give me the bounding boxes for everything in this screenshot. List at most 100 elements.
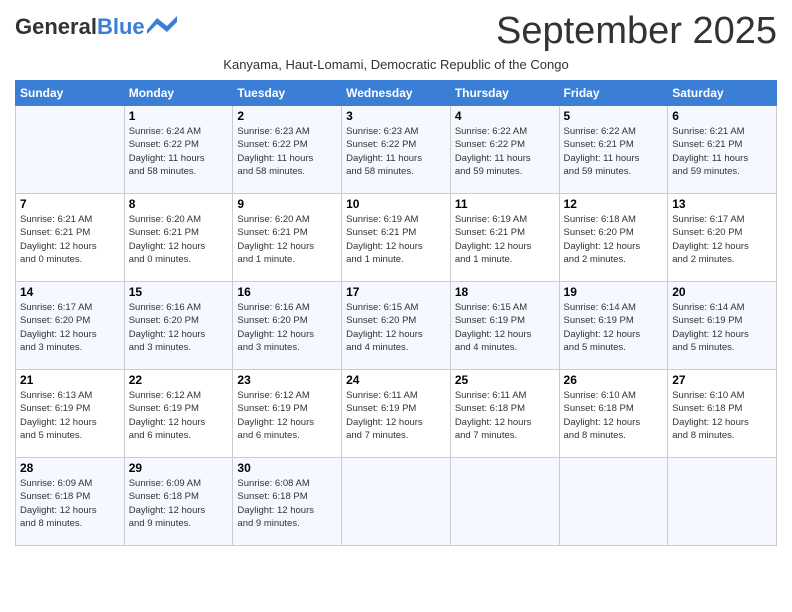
day-number: 27: [672, 373, 772, 387]
day-number: 1: [129, 109, 229, 123]
calendar-cell: 29 Sunrise: 6:09 AMSunset: 6:18 PMDayligh…: [124, 458, 233, 546]
day-detail: Sunrise: 6:12 AMSunset: 6:19 PMDaylight:…: [237, 389, 337, 442]
calendar-cell: 15 Sunrise: 6:16 AMSunset: 6:20 PMDayligh…: [124, 282, 233, 370]
logo-icon: [147, 16, 177, 34]
calendar-cell: 30 Sunrise: 6:08 AMSunset: 6:18 PMDayligh…: [233, 458, 342, 546]
calendar-cell: 7Sunrise: 6:21 AMSunset: 6:21 PMDaylight…: [16, 194, 125, 282]
weekday-header-friday: Friday: [559, 81, 668, 106]
subtitle: Kanyama, Haut-Lomami, Democratic Republi…: [15, 57, 777, 72]
day-detail: Sunrise: 6:14 AMSunset: 6:19 PMDaylight:…: [564, 301, 664, 354]
day-detail: Sunrise: 6:23 AMSunset: 6:22 PMDaylight:…: [237, 125, 337, 178]
day-detail: Sunrise: 6:10 AMSunset: 6:18 PMDaylight:…: [564, 389, 664, 442]
calendar-cell: 22 Sunrise: 6:12 AMSunset: 6:19 PMDayligh…: [124, 370, 233, 458]
weekday-header-thursday: Thursday: [450, 81, 559, 106]
day-number: 5: [564, 109, 664, 123]
day-number: 13: [672, 197, 772, 211]
calendar-cell: 1 Sunrise: 6:24 AMSunset: 6:22 PMDaylight…: [124, 106, 233, 194]
calendar-cell: [559, 458, 668, 546]
calendar-cell: 21 Sunrise: 6:13 AMSunset: 6:19 PMDayligh…: [16, 370, 125, 458]
day-detail: Sunrise: 6:16 AMSunset: 6:20 PMDaylight:…: [129, 301, 229, 354]
weekday-header-tuesday: Tuesday: [233, 81, 342, 106]
day-detail: Sunrise: 6:20 AMSunset: 6:21 PMDaylight:…: [237, 213, 337, 266]
day-number: 8: [129, 197, 229, 211]
day-detail: Sunrise: 6:08 AMSunset: 6:18 PMDaylight:…: [237, 477, 337, 530]
day-number: 24: [346, 373, 446, 387]
weekday-header-monday: Monday: [124, 81, 233, 106]
day-detail: Sunrise: 6:22 AMSunset: 6:22 PMDaylight:…: [455, 125, 555, 178]
calendar-cell: 10 Sunrise: 6:19 AMSunset: 6:21 PMDayligh…: [342, 194, 451, 282]
calendar-cell: 2 Sunrise: 6:23 AMSunset: 6:22 PMDaylight…: [233, 106, 342, 194]
calendar-cell: 13 Sunrise: 6:17 AMSunset: 6:20 PMDayligh…: [668, 194, 777, 282]
day-detail: Sunrise: 6:21 AMSunset: 6:21 PMDaylight:…: [672, 125, 772, 178]
calendar-table: SundayMondayTuesdayWednesdayThursdayFrid…: [15, 80, 777, 546]
calendar-cell: 12 Sunrise: 6:18 AMSunset: 6:20 PMDayligh…: [559, 194, 668, 282]
calendar-cell: 25Sunrise: 6:11 AMSunset: 6:18 PMDayligh…: [450, 370, 559, 458]
calendar-cell: 17Sunrise: 6:15 AMSunset: 6:20 PMDayligh…: [342, 282, 451, 370]
day-number: 29: [129, 461, 229, 475]
calendar-cell: 27 Sunrise: 6:10 AMSunset: 6:18 PMDayligh…: [668, 370, 777, 458]
day-number: 12: [564, 197, 664, 211]
day-detail: Sunrise: 6:13 AMSunset: 6:19 PMDaylight:…: [20, 389, 120, 442]
day-number: 23: [237, 373, 337, 387]
day-detail: Sunrise: 6:19 AMSunset: 6:21 PMDaylight:…: [346, 213, 446, 266]
weekday-header-sunday: Sunday: [16, 81, 125, 106]
day-detail: Sunrise: 6:17 AMSunset: 6:20 PMDaylight:…: [20, 301, 120, 354]
calendar-cell: 14 Sunrise: 6:17 AMSunset: 6:20 PMDayligh…: [16, 282, 125, 370]
day-detail: Sunrise: 6:23 AMSunset: 6:22 PMDaylight:…: [346, 125, 446, 178]
day-detail: Sunrise: 6:10 AMSunset: 6:18 PMDaylight:…: [672, 389, 772, 442]
day-number: 28: [20, 461, 120, 475]
day-number: 9: [237, 197, 337, 211]
day-number: 2: [237, 109, 337, 123]
calendar-cell: 3Sunrise: 6:23 AMSunset: 6:22 PMDaylight…: [342, 106, 451, 194]
day-detail: Sunrise: 6:15 AMSunset: 6:19 PMDaylight:…: [455, 301, 555, 354]
day-detail: Sunrise: 6:20 AMSunset: 6:21 PMDaylight:…: [129, 213, 229, 266]
calendar-cell: 8 Sunrise: 6:20 AMSunset: 6:21 PMDaylight…: [124, 194, 233, 282]
calendar-cell: 18 Sunrise: 6:15 AMSunset: 6:19 PMDayligh…: [450, 282, 559, 370]
calendar-cell: 9 Sunrise: 6:20 AMSunset: 6:21 PMDaylight…: [233, 194, 342, 282]
calendar-cell: 19 Sunrise: 6:14 AMSunset: 6:19 PMDayligh…: [559, 282, 668, 370]
calendar-cell: 23 Sunrise: 6:12 AMSunset: 6:19 PMDayligh…: [233, 370, 342, 458]
calendar-cell: 5Sunrise: 6:22 AMSunset: 6:21 PMDaylight…: [559, 106, 668, 194]
day-number: 22: [129, 373, 229, 387]
month-title: September 2025: [496, 10, 777, 53]
calendar-cell: 26Sunrise: 6:10 AMSunset: 6:18 PMDayligh…: [559, 370, 668, 458]
day-number: 10: [346, 197, 446, 211]
day-detail: Sunrise: 6:09 AMSunset: 6:18 PMDaylight:…: [129, 477, 229, 530]
day-detail: Sunrise: 6:09 AMSunset: 6:18 PMDaylight:…: [20, 477, 120, 530]
day-detail: Sunrise: 6:19 AMSunset: 6:21 PMDaylight:…: [455, 213, 555, 266]
day-number: 16: [237, 285, 337, 299]
calendar-cell: 20 Sunrise: 6:14 AMSunset: 6:19 PMDayligh…: [668, 282, 777, 370]
day-number: 18: [455, 285, 555, 299]
logo: GeneralBlue: [15, 16, 177, 38]
calendar-cell: [342, 458, 451, 546]
page-header: GeneralBlue September 2025: [15, 10, 777, 53]
day-detail: Sunrise: 6:15 AMSunset: 6:20 PMDaylight:…: [346, 301, 446, 354]
calendar-cell: 28 Sunrise: 6:09 AMSunset: 6:18 PMDayligh…: [16, 458, 125, 546]
day-number: 4: [455, 109, 555, 123]
weekday-header-saturday: Saturday: [668, 81, 777, 106]
day-detail: Sunrise: 6:11 AMSunset: 6:19 PMDaylight:…: [346, 389, 446, 442]
day-number: 14: [20, 285, 120, 299]
calendar-cell: [450, 458, 559, 546]
day-number: 15: [129, 285, 229, 299]
day-detail: Sunrise: 6:12 AMSunset: 6:19 PMDaylight:…: [129, 389, 229, 442]
logo-text: GeneralBlue: [15, 16, 145, 38]
calendar-cell: 6Sunrise: 6:21 AMSunset: 6:21 PMDaylight…: [668, 106, 777, 194]
day-detail: Sunrise: 6:18 AMSunset: 6:20 PMDaylight:…: [564, 213, 664, 266]
day-detail: Sunrise: 6:14 AMSunset: 6:19 PMDaylight:…: [672, 301, 772, 354]
calendar-cell: 16 Sunrise: 6:16 AMSunset: 6:20 PMDayligh…: [233, 282, 342, 370]
day-detail: Sunrise: 6:24 AMSunset: 6:22 PMDaylight:…: [129, 125, 229, 178]
day-number: 19: [564, 285, 664, 299]
day-number: 30: [237, 461, 337, 475]
day-detail: Sunrise: 6:17 AMSunset: 6:20 PMDaylight:…: [672, 213, 772, 266]
calendar-cell: [16, 106, 125, 194]
calendar-cell: 24 Sunrise: 6:11 AMSunset: 6:19 PMDayligh…: [342, 370, 451, 458]
day-number: 21: [20, 373, 120, 387]
day-detail: Sunrise: 6:16 AMSunset: 6:20 PMDaylight:…: [237, 301, 337, 354]
calendar-cell: 4 Sunrise: 6:22 AMSunset: 6:22 PMDaylight…: [450, 106, 559, 194]
day-number: 11: [455, 197, 555, 211]
day-detail: Sunrise: 6:11 AMSunset: 6:18 PMDaylight:…: [455, 389, 555, 442]
day-number: 20: [672, 285, 772, 299]
calendar-cell: [668, 458, 777, 546]
day-number: 7: [20, 197, 120, 211]
